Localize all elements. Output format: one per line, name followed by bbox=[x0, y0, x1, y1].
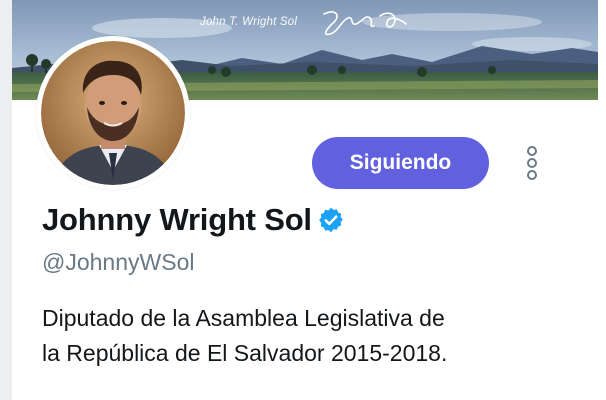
profile-header: John T. Wright Sol Siguiendo Johnny Wrig… bbox=[0, 0, 606, 400]
username-handle: @JohnnyWSol bbox=[42, 249, 195, 275]
more-options-button[interactable] bbox=[518, 146, 546, 182]
bio-line: Diputado de la Asamblea Legislativa de bbox=[42, 305, 445, 331]
display-name: Johnny Wright Sol bbox=[42, 202, 312, 237]
left-edge bbox=[0, 0, 12, 400]
banner-caption: John T. Wright Sol bbox=[200, 16, 298, 28]
profile-avatar[interactable] bbox=[36, 36, 190, 190]
display-name-row: Johnny Wright Sol bbox=[42, 202, 345, 238]
vertical-ellipsis-icon bbox=[527, 146, 537, 156]
vertical-ellipsis-icon-dot bbox=[527, 158, 537, 168]
signature-logo bbox=[323, 11, 407, 36]
avatar-photo bbox=[41, 41, 185, 185]
profile-bio: Diputado de la Asamblea Legislativa de l… bbox=[42, 301, 582, 371]
verified-badge-icon bbox=[319, 207, 343, 233]
bio-line: la República de El Salvador 2015-2018. bbox=[42, 340, 448, 366]
vertical-ellipsis-icon-dot bbox=[527, 170, 537, 180]
following-button[interactable]: Siguiendo bbox=[312, 137, 489, 189]
